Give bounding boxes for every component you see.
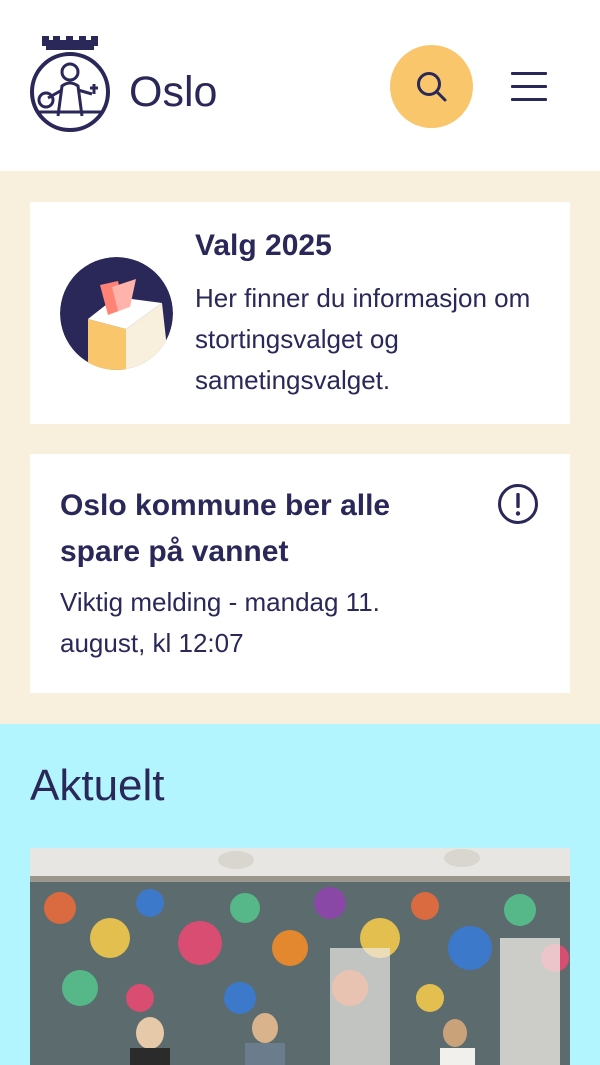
alert-card[interactable]: Oslo kommune ber alle spare på vannet Vi… — [30, 454, 570, 693]
search-button[interactable] — [390, 45, 473, 128]
news-heading: Aktuelt — [30, 761, 165, 810]
news-section: Aktuelt — [0, 724, 600, 1065]
alert-meta: Viktig melding - mandag 11. august, kl 1… — [60, 587, 380, 658]
alert-title: Oslo kommune ber alle spare på vannet — [60, 489, 391, 568]
site-header: Oslo — [0, 0, 600, 171]
ballot-box-icon — [60, 257, 173, 370]
hamburger-line — [511, 85, 547, 88]
exclamation-circle-icon — [498, 484, 538, 524]
election-description: Her finner du informasjon om stortingsva… — [195, 283, 531, 395]
search-icon — [416, 71, 446, 101]
election-title: Valg 2025 — [195, 229, 332, 262]
hamburger-menu-icon — [511, 72, 547, 75]
site-title[interactable]: Oslo — [129, 66, 217, 118]
oslo-seal-icon — [30, 36, 110, 132]
notice-section: Valg 2025 Her finner du informasjon om s… — [0, 171, 600, 724]
oslo-logo[interactable] — [28, 36, 112, 134]
menu-button[interactable] — [505, 66, 553, 106]
election-card[interactable]: Valg 2025 Her finner du informasjon om s… — [30, 202, 570, 424]
hamburger-line — [511, 98, 547, 101]
news-image[interactable] — [30, 848, 570, 1065]
